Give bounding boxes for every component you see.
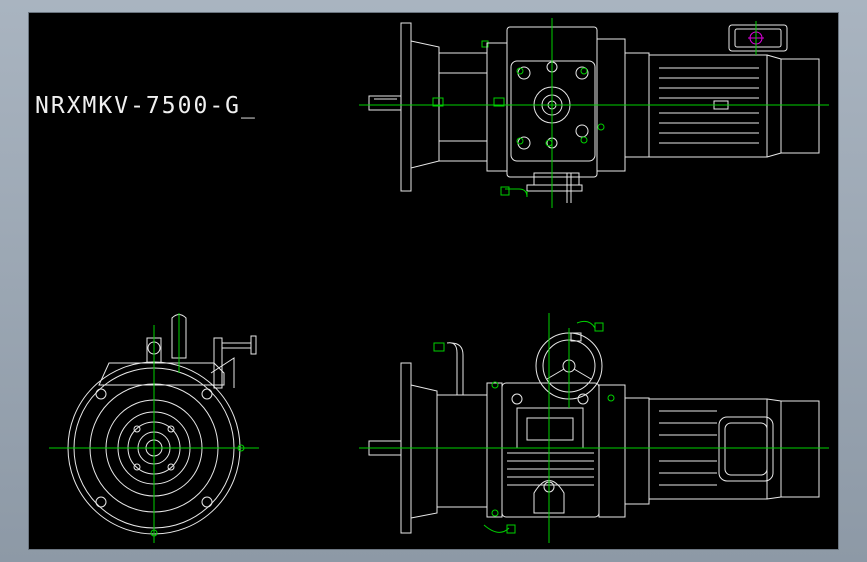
end-view (49, 313, 259, 543)
top-reducer-body (438, 52, 488, 162)
front-terminal-box (718, 416, 774, 482)
front-variator-housing (501, 382, 600, 518)
top-motor-fan-cover (766, 54, 820, 158)
cad-viewport[interactable]: NRXMKV-7500-G_ (29, 13, 838, 549)
front-motor-body (648, 398, 768, 500)
top-motor-body (648, 54, 768, 158)
top-flange (400, 22, 412, 192)
front-view (359, 313, 829, 543)
cad-drawing (49, 18, 829, 543)
top-view (359, 18, 829, 208)
top-output-shaft (368, 95, 402, 111)
